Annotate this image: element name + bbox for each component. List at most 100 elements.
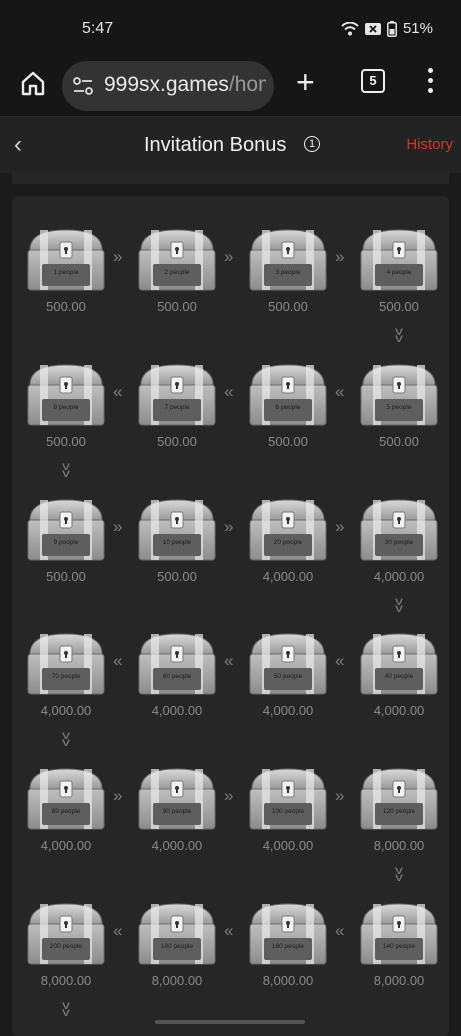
chevron-right-icon: » <box>335 517 345 536</box>
treasure-chest-icon[interactable]: 40 people <box>359 628 439 698</box>
treasure-chest-icon[interactable]: 60 people <box>137 628 217 698</box>
battery-icon <box>386 20 397 37</box>
treasure-chest-icon[interactable]: 1 people <box>26 224 106 294</box>
reward-amount: 4,000.00 <box>262 838 314 853</box>
new-tab-button[interactable]: + <box>296 66 315 98</box>
treasure-chest-icon[interactable]: 4 people <box>359 224 439 294</box>
reward-amount: 8,000.00 <box>40 973 92 988</box>
chest-people-label: 10 people <box>162 539 192 546</box>
reward-amount: 500.00 <box>379 299 419 314</box>
divider-strip <box>12 172 449 184</box>
treasure-chest-icon[interactable]: 120 people <box>359 763 439 833</box>
treasure-chest-icon[interactable]: 30 people <box>359 494 439 564</box>
page-title: Invitation Bonus <box>144 134 287 156</box>
chevron-left-icon: « <box>224 921 234 940</box>
chevron-down-icon: vv <box>62 998 70 1019</box>
treasure-chest-icon[interactable]: 5 people <box>359 359 439 429</box>
treasure-chest-icon[interactable]: 100 people <box>248 763 328 833</box>
chest-people-label: 160 people <box>271 943 305 950</box>
treasure-chest-icon[interactable]: 90 people <box>137 763 217 833</box>
address-bar[interactable]: 999sx.games/hom <box>62 61 274 111</box>
history-link[interactable]: History <box>406 136 453 153</box>
url-host: 999sx.games <box>104 73 229 96</box>
chest-people-label: 120 people <box>382 808 416 815</box>
reward-amount: 8,000.00 <box>262 973 314 988</box>
status-bar: 5:47 51% <box>0 0 461 58</box>
chevron-left-icon: « <box>224 651 234 670</box>
chest-people-label: 2 people <box>164 269 190 276</box>
more-menu-icon[interactable] <box>428 68 434 98</box>
chevron-right-icon: » <box>113 517 123 536</box>
treasure-chest-icon[interactable]: 180 people <box>137 898 217 968</box>
treasure-chest-icon[interactable]: 160 people <box>248 898 328 968</box>
url-text: 999sx.games/hom <box>104 73 266 97</box>
chest-people-label: 5 people <box>386 404 412 411</box>
info-icon[interactable]: 1 <box>304 136 320 152</box>
chest-people-label: 9 people <box>53 539 79 546</box>
treasure-chest-icon[interactable]: 3 people <box>248 224 328 294</box>
reward-amount: 500.00 <box>379 434 419 449</box>
notification-icon <box>364 22 381 35</box>
chevron-left-icon: « <box>335 921 345 940</box>
wifi-icon <box>341 21 359 35</box>
treasure-chest-icon[interactable]: 8 people <box>26 359 106 429</box>
chevron-right-icon: » <box>224 247 234 266</box>
reward-amount: 4,000.00 <box>40 703 92 718</box>
reward-card: 1 people 500.00 2 people 500.00 3 people 50… <box>12 196 449 1036</box>
scroll-indicator <box>155 1020 305 1024</box>
chest-people-label: 7 people <box>164 404 190 411</box>
reward-amount: 500.00 <box>46 569 86 584</box>
reward-amount: 500.00 <box>157 434 197 449</box>
chevron-left-icon: « <box>113 921 123 940</box>
chevron-right-icon: » <box>113 247 123 266</box>
chevron-left-icon: « <box>335 382 345 401</box>
chest-people-label: 1 people <box>53 269 79 276</box>
chest-people-label: 140 people <box>382 943 416 950</box>
treasure-chest-icon[interactable]: 200 people <box>26 898 106 968</box>
chest-people-label: 80 people <box>51 808 81 815</box>
treasure-chest-icon[interactable]: 9 people <box>26 494 106 564</box>
chevron-right-icon: » <box>335 786 345 805</box>
browser-toolbar: 999sx.games/hom + 5 <box>0 58 461 116</box>
reward-amount: 8,000.00 <box>373 973 425 988</box>
treasure-chest-icon[interactable]: 2 people <box>137 224 217 294</box>
treasure-chest-icon[interactable]: 10 people <box>137 494 217 564</box>
chevron-left-icon: « <box>224 382 234 401</box>
treasure-chest-icon[interactable]: 20 people <box>248 494 328 564</box>
chevron-right-icon: » <box>224 517 234 536</box>
reward-amount: 500.00 <box>46 299 86 314</box>
chevron-down-icon: vv <box>62 728 70 749</box>
reward-amount: 500.00 <box>268 434 308 449</box>
url-path: /hom <box>228 73 266 96</box>
chest-people-label: 3 people <box>275 269 301 276</box>
back-button[interactable]: ‹ <box>14 131 22 159</box>
chevron-down-icon: vv <box>395 324 403 345</box>
site-settings-icon[interactable] <box>72 75 94 97</box>
page-header: ‹ Invitation Bonus 1 History <box>0 116 461 173</box>
reward-amount: 500.00 <box>46 434 86 449</box>
home-icon[interactable] <box>18 68 48 98</box>
reward-amount: 4,000.00 <box>262 703 314 718</box>
treasure-chest-icon[interactable]: 80 people <box>26 763 106 833</box>
reward-amount: 4,000.00 <box>373 569 425 584</box>
chevron-left-icon: « <box>113 651 123 670</box>
chest-people-label: 6 people <box>275 404 301 411</box>
reward-amount: 4,000.00 <box>40 838 92 853</box>
chest-people-label: 40 people <box>384 673 414 680</box>
chest-people-label: 4 people <box>386 269 412 276</box>
chest-people-label: 60 people <box>162 673 192 680</box>
reward-amount: 4,000.00 <box>373 703 425 718</box>
chevron-left-icon: « <box>335 651 345 670</box>
chest-people-label: 8 people <box>53 404 79 411</box>
treasure-chest-icon[interactable]: 140 people <box>359 898 439 968</box>
tab-switcher-button[interactable]: 5 <box>361 69 385 93</box>
chest-people-label: 30 people <box>384 539 414 546</box>
chest-people-label: 70 people <box>51 673 81 680</box>
treasure-chest-icon[interactable]: 7 people <box>137 359 217 429</box>
treasure-chest-icon[interactable]: 50 people <box>248 628 328 698</box>
chest-people-label: 20 people <box>273 539 303 546</box>
chest-people-label: 200 people <box>49 943 83 950</box>
chevron-down-icon: vv <box>62 459 70 480</box>
treasure-chest-icon[interactable]: 6 people <box>248 359 328 429</box>
treasure-chest-icon[interactable]: 70 people <box>26 628 106 698</box>
